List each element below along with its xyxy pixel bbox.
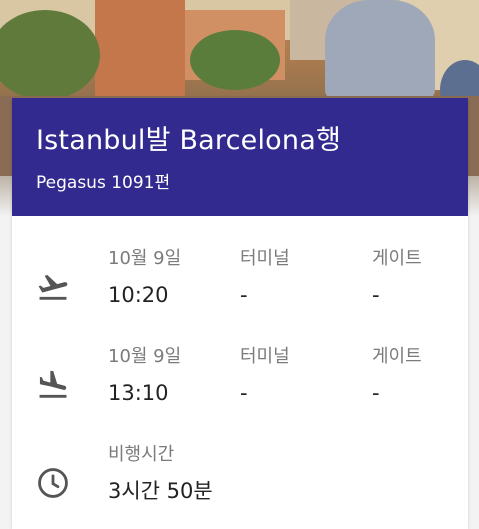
- arrival-date-col: 10월 9일 13:10: [108, 346, 181, 406]
- arrival-terminal-label: 터미널: [240, 346, 290, 367]
- arrival-row: 10월 9일 13:10 터미널 - 게이트 -: [12, 346, 468, 426]
- arrival-time: 13:10: [108, 381, 169, 405]
- flight-number: Pegasus 1091편: [36, 173, 171, 193]
- departure-terminal-value: -: [240, 283, 248, 307]
- duration-label: 비행시간: [108, 444, 175, 465]
- landing-icon: [39, 370, 67, 398]
- arrival-gate-label: 게이트: [372, 346, 422, 367]
- flight-header: Istanbul발 Barcelona행 Pegasus 1091편: [12, 98, 468, 216]
- duration-value: 3시간 50분: [108, 479, 213, 503]
- departure-terminal-label: 터미널: [240, 248, 290, 269]
- arrival-date: 10월 9일: [108, 346, 182, 367]
- departure-time: 10:20: [108, 283, 169, 307]
- duration-col: 비행시간 3시간 50분: [108, 444, 213, 504]
- departure-gate-label: 게이트: [372, 248, 422, 269]
- departure-gate-value: -: [372, 283, 380, 307]
- arrival-gate-col: 게이트 -: [372, 346, 422, 406]
- departure-date-col: 10월 9일 10:20: [108, 248, 181, 308]
- duration-row: 비행시간 3시간 50분: [12, 444, 468, 524]
- flight-card: Istanbul발 Barcelona행 Pegasus 1091편 10월 9…: [12, 98, 468, 529]
- departure-terminal-col: 터미널 -: [240, 248, 290, 308]
- flight-title: Istanbul발 Barcelona행: [36, 125, 341, 156]
- arrival-terminal-col: 터미널 -: [240, 346, 290, 406]
- departure-date: 10월 9일: [108, 248, 182, 269]
- arrival-terminal-value: -: [240, 381, 248, 405]
- departure-row: 10월 9일 10:20 터미널 - 게이트 -: [12, 248, 468, 328]
- clock-icon: [38, 468, 68, 498]
- arrival-gate-value: -: [372, 381, 380, 405]
- departure-gate-col: 게이트 -: [372, 248, 422, 308]
- takeoff-icon: [38, 275, 68, 300]
